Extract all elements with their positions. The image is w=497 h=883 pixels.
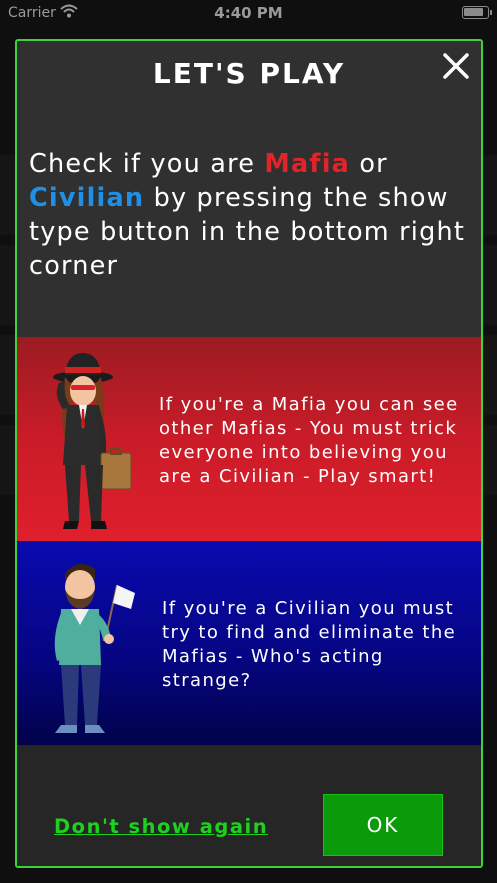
dont-show-again-link[interactable]: Don't show again bbox=[54, 815, 268, 838]
status-bar: Carrier 4:40 PM bbox=[0, 0, 497, 26]
civilian-panel: If you're a Civilian you must try to fin… bbox=[17, 541, 481, 745]
status-time: 4:40 PM bbox=[214, 4, 283, 22]
battery-icon bbox=[462, 6, 492, 19]
civilian-character-illustration bbox=[54, 563, 135, 733]
civilian-panel-text: If you're a Civilian you must try to fin… bbox=[162, 598, 457, 691]
ok-button[interactable]: OK bbox=[323, 794, 443, 856]
mafia-panel-text: If you're a Mafia you can see other Mafi… bbox=[159, 394, 459, 487]
modal-title: LET'S PLAY bbox=[152, 57, 346, 90]
mafia-character-illustration bbox=[53, 353, 132, 529]
intro-part-2: or bbox=[350, 149, 388, 179]
lets-play-modal: LET'S PLAY Check if you are Mafia or Civ… bbox=[15, 39, 483, 868]
modal-footer: Don't show again OK bbox=[17, 745, 481, 866]
close-button[interactable] bbox=[441, 51, 471, 81]
intro-civilian-word: Civilian bbox=[29, 183, 145, 213]
mafia-panel: If you're a Mafia you can see other Mafi… bbox=[17, 337, 481, 541]
intro-mafia-word: Mafia bbox=[264, 149, 351, 179]
intro-part-1: Check if you are bbox=[29, 149, 265, 179]
intro-text: Check if you are Mafia or Civilian by pr… bbox=[29, 147, 479, 283]
close-icon bbox=[443, 53, 469, 79]
